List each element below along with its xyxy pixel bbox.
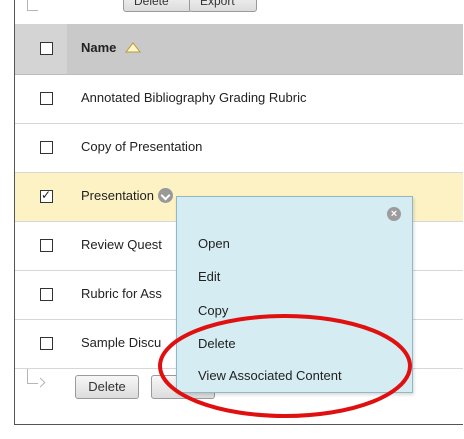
menu-item-open[interactable]: Open [198,236,230,251]
row-name[interactable]: Review Quest [81,237,162,252]
menu-item-delete[interactable]: Delete [198,336,236,351]
table-row: Annotated Bibliography Grading Rubric [15,75,463,124]
row-checkbox[interactable] [40,337,53,350]
row-name[interactable]: Presentation [81,188,154,203]
table-header-row: Name [15,24,463,75]
select-all-cell [15,24,67,74]
top-action-bar: Delete Export [15,0,463,20]
context-menu: × Open Edit Copy Delete View Associated … [176,196,413,393]
delete-button-top[interactable]: Delete [123,0,192,12]
sort-ascending-icon[interactable] [125,42,142,53]
row-checkbox[interactable] [40,239,53,252]
checkmark-icon: ✓ [41,188,52,202]
row-checkbox[interactable] [40,92,53,105]
row-name[interactable]: Rubric for Ass [81,286,162,301]
row-name[interactable]: Sample Discu [81,335,161,350]
name-column-label: Name [81,40,117,55]
row-name[interactable]: Copy of Presentation [81,139,202,154]
menu-item-edit[interactable]: Edit [198,269,220,284]
menu-chevron-icon[interactable] [158,188,173,203]
action-bar-arrow-icon [27,0,38,11]
export-button-top[interactable]: Export [189,0,257,12]
table-row: Copy of Presentation [15,124,463,173]
arrowhead-icon [35,377,46,388]
row-checkbox[interactable] [40,288,53,301]
row-name[interactable]: Annotated Bibliography Grading Rubric [81,90,306,105]
delete-button[interactable]: Delete [75,375,139,399]
menu-item-view-associated-content[interactable]: View Associated Content [198,368,342,383]
close-icon[interactable]: × [387,207,401,221]
menu-item-copy[interactable]: Copy [198,303,228,318]
select-all-checkbox[interactable] [40,42,53,55]
row-checkbox-checked[interactable]: ✓ [40,188,53,203]
row-checkbox[interactable] [40,141,53,154]
name-column-header[interactable]: Name [67,24,463,74]
